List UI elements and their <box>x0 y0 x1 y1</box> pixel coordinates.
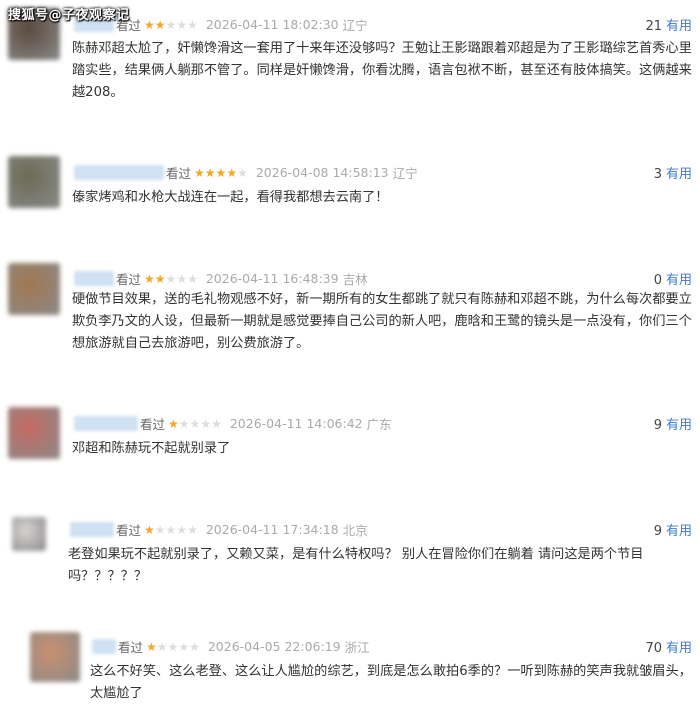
username[interactable] <box>74 165 164 180</box>
watched-label: 看过 <box>166 166 192 181</box>
star-filled-icon: ★ <box>154 271 166 286</box>
useful-count: 21 <box>645 19 662 34</box>
star-empty-icon: ★ <box>189 416 201 431</box>
comment-meta: 看过 ★ ★ ★ ★ ★ 2026-04-05 22:06:19 浙江 <box>92 637 370 656</box>
comment-region: 浙江 <box>344 640 370 655</box>
watched-label: 看过 <box>116 272 142 287</box>
username[interactable] <box>74 416 138 431</box>
star-empty-icon: ★ <box>165 271 177 286</box>
comment-meta: 看过 ★ ★ ★ ★ ★ 2026-04-11 16:48:39 吉林 <box>74 269 368 288</box>
star-empty-icon: ★ <box>156 639 168 654</box>
useful-button[interactable]: 0 有用 <box>654 269 692 288</box>
star-filled-icon: ★ <box>144 271 155 286</box>
avatar[interactable] <box>8 263 60 315</box>
useful-label: 有用 <box>665 167 692 182</box>
comment-text: 邓超和陈赫玩不起就别录了 <box>72 441 231 456</box>
star-filled-icon: ★ <box>168 416 179 431</box>
useful-button[interactable]: 3 有用 <box>654 163 692 182</box>
comment-datetime: 2026-04-11 17:34:18 <box>205 522 339 537</box>
comment-text: 硬做节目效果，送的毛礼物观感不好，新一期所有的女生都跳了就只有陈赫和邓超不跳，为… <box>72 292 692 351</box>
comment-text: 傣家烤鸡和水枪大战连在一起，看得我都想去云南了！ <box>72 190 389 205</box>
useful-label: 有用 <box>665 524 692 539</box>
watched-label: 看过 <box>118 640 144 655</box>
username[interactable] <box>70 522 114 537</box>
useful-count: 70 <box>645 641 662 656</box>
comment-text: 老登如果玩不起就别录了，又赖又菜，是有什么特权吗？ 别人在冒险你们在躺着 请问这… <box>68 547 644 584</box>
rating-stars: ★ ★ ★ ★ ★ <box>194 167 248 179</box>
rating-stars: ★ ★ ★ ★ ★ <box>144 19 198 31</box>
watched-label: 看过 <box>140 417 166 432</box>
watermark-text: 搜狐号@子夜观察记 <box>8 8 130 23</box>
star-filled-icon: ★ <box>144 17 155 32</box>
star-empty-icon: ★ <box>165 522 177 537</box>
comment-text: 这么不好笑、这么老登、这么让人尴尬的综艺，到底是怎么敢拍6季的？一听到陈赫的笑声… <box>90 664 692 701</box>
comment-datetime: 2026-04-05 22:06:19 <box>207 639 341 654</box>
star-empty-icon: ★ <box>237 165 248 180</box>
comment-text: 陈赫邓超太尬了，奸懒馋滑这一套用了十来年还没够吗？王勉让王影璐跟着邓超是为了王影… <box>72 41 692 100</box>
star-filled-icon: ★ <box>194 165 205 180</box>
star-filled-icon: ★ <box>226 165 238 180</box>
useful-count: 9 <box>653 418 662 433</box>
star-empty-icon: ★ <box>200 416 212 431</box>
star-empty-icon: ★ <box>189 639 200 654</box>
useful-label: 有用 <box>665 418 692 433</box>
useful-label: 有用 <box>665 273 692 288</box>
useful-button[interactable]: 9 有用 <box>654 414 692 433</box>
comment-region: 吉林 <box>342 272 368 287</box>
comment-region: 广东 <box>366 417 392 432</box>
star-empty-icon: ★ <box>167 639 179 654</box>
username[interactable] <box>92 639 116 654</box>
star-filled-icon: ★ <box>204 165 216 180</box>
useful-count: 0 <box>653 273 662 288</box>
useful-count: 3 <box>653 167 662 182</box>
rating-stars: ★ ★ ★ ★ ★ <box>144 524 198 536</box>
star-empty-icon: ★ <box>176 17 188 32</box>
comment-datetime: 2026-04-11 16:48:39 <box>205 271 339 286</box>
star-filled-icon: ★ <box>146 639 157 654</box>
watched-label: 看过 <box>116 523 142 538</box>
useful-button[interactable]: 21 有用 <box>645 15 692 34</box>
star-empty-icon: ★ <box>154 522 166 537</box>
comment-region: 北京 <box>342 523 368 538</box>
username[interactable] <box>74 271 114 286</box>
comment-region: 辽宁 <box>392 166 418 181</box>
comment-meta: 看过 ★ ★ ★ ★ ★ 2026-04-11 14:06:42 广东 <box>74 414 392 433</box>
star-empty-icon: ★ <box>176 522 188 537</box>
useful-label: 有用 <box>665 19 692 34</box>
avatar[interactable] <box>30 632 80 682</box>
avatar[interactable] <box>8 407 60 459</box>
rating-stars: ★ ★ ★ ★ ★ <box>168 418 222 430</box>
comment-region: 辽宁 <box>342 18 368 33</box>
avatar[interactable] <box>12 517 46 551</box>
star-empty-icon: ★ <box>187 17 198 32</box>
useful-count: 9 <box>653 524 662 539</box>
star-empty-icon: ★ <box>187 271 198 286</box>
comment-datetime: 2026-04-11 18:02:30 <box>205 17 339 32</box>
comment-datetime: 2026-04-11 14:06:42 <box>229 416 363 431</box>
useful-label: 有用 <box>665 641 692 656</box>
rating-stars: ★ ★ ★ ★ ★ <box>146 641 200 653</box>
rating-stars: ★ ★ ★ ★ ★ <box>144 273 198 285</box>
useful-button[interactable]: 70 有用 <box>645 637 692 656</box>
star-filled-icon: ★ <box>215 165 227 180</box>
star-empty-icon: ★ <box>211 416 222 431</box>
star-empty-icon: ★ <box>165 17 177 32</box>
comment-meta: 看过 ★ ★ ★ ★ ★ 2026-04-11 17:34:18 北京 <box>70 520 368 539</box>
star-empty-icon: ★ <box>178 639 190 654</box>
star-empty-icon: ★ <box>176 271 188 286</box>
comment-meta: 看过 ★ ★ ★ ★ ★ 2026-04-08 14:58:13 辽宁 <box>74 163 418 182</box>
comment-datetime: 2026-04-08 14:58:13 <box>255 165 389 180</box>
star-filled-icon: ★ <box>144 522 155 537</box>
star-filled-icon: ★ <box>154 17 166 32</box>
useful-button[interactable]: 9 有用 <box>654 520 692 539</box>
star-empty-icon: ★ <box>178 416 190 431</box>
avatar[interactable] <box>8 156 60 208</box>
star-empty-icon: ★ <box>187 522 198 537</box>
